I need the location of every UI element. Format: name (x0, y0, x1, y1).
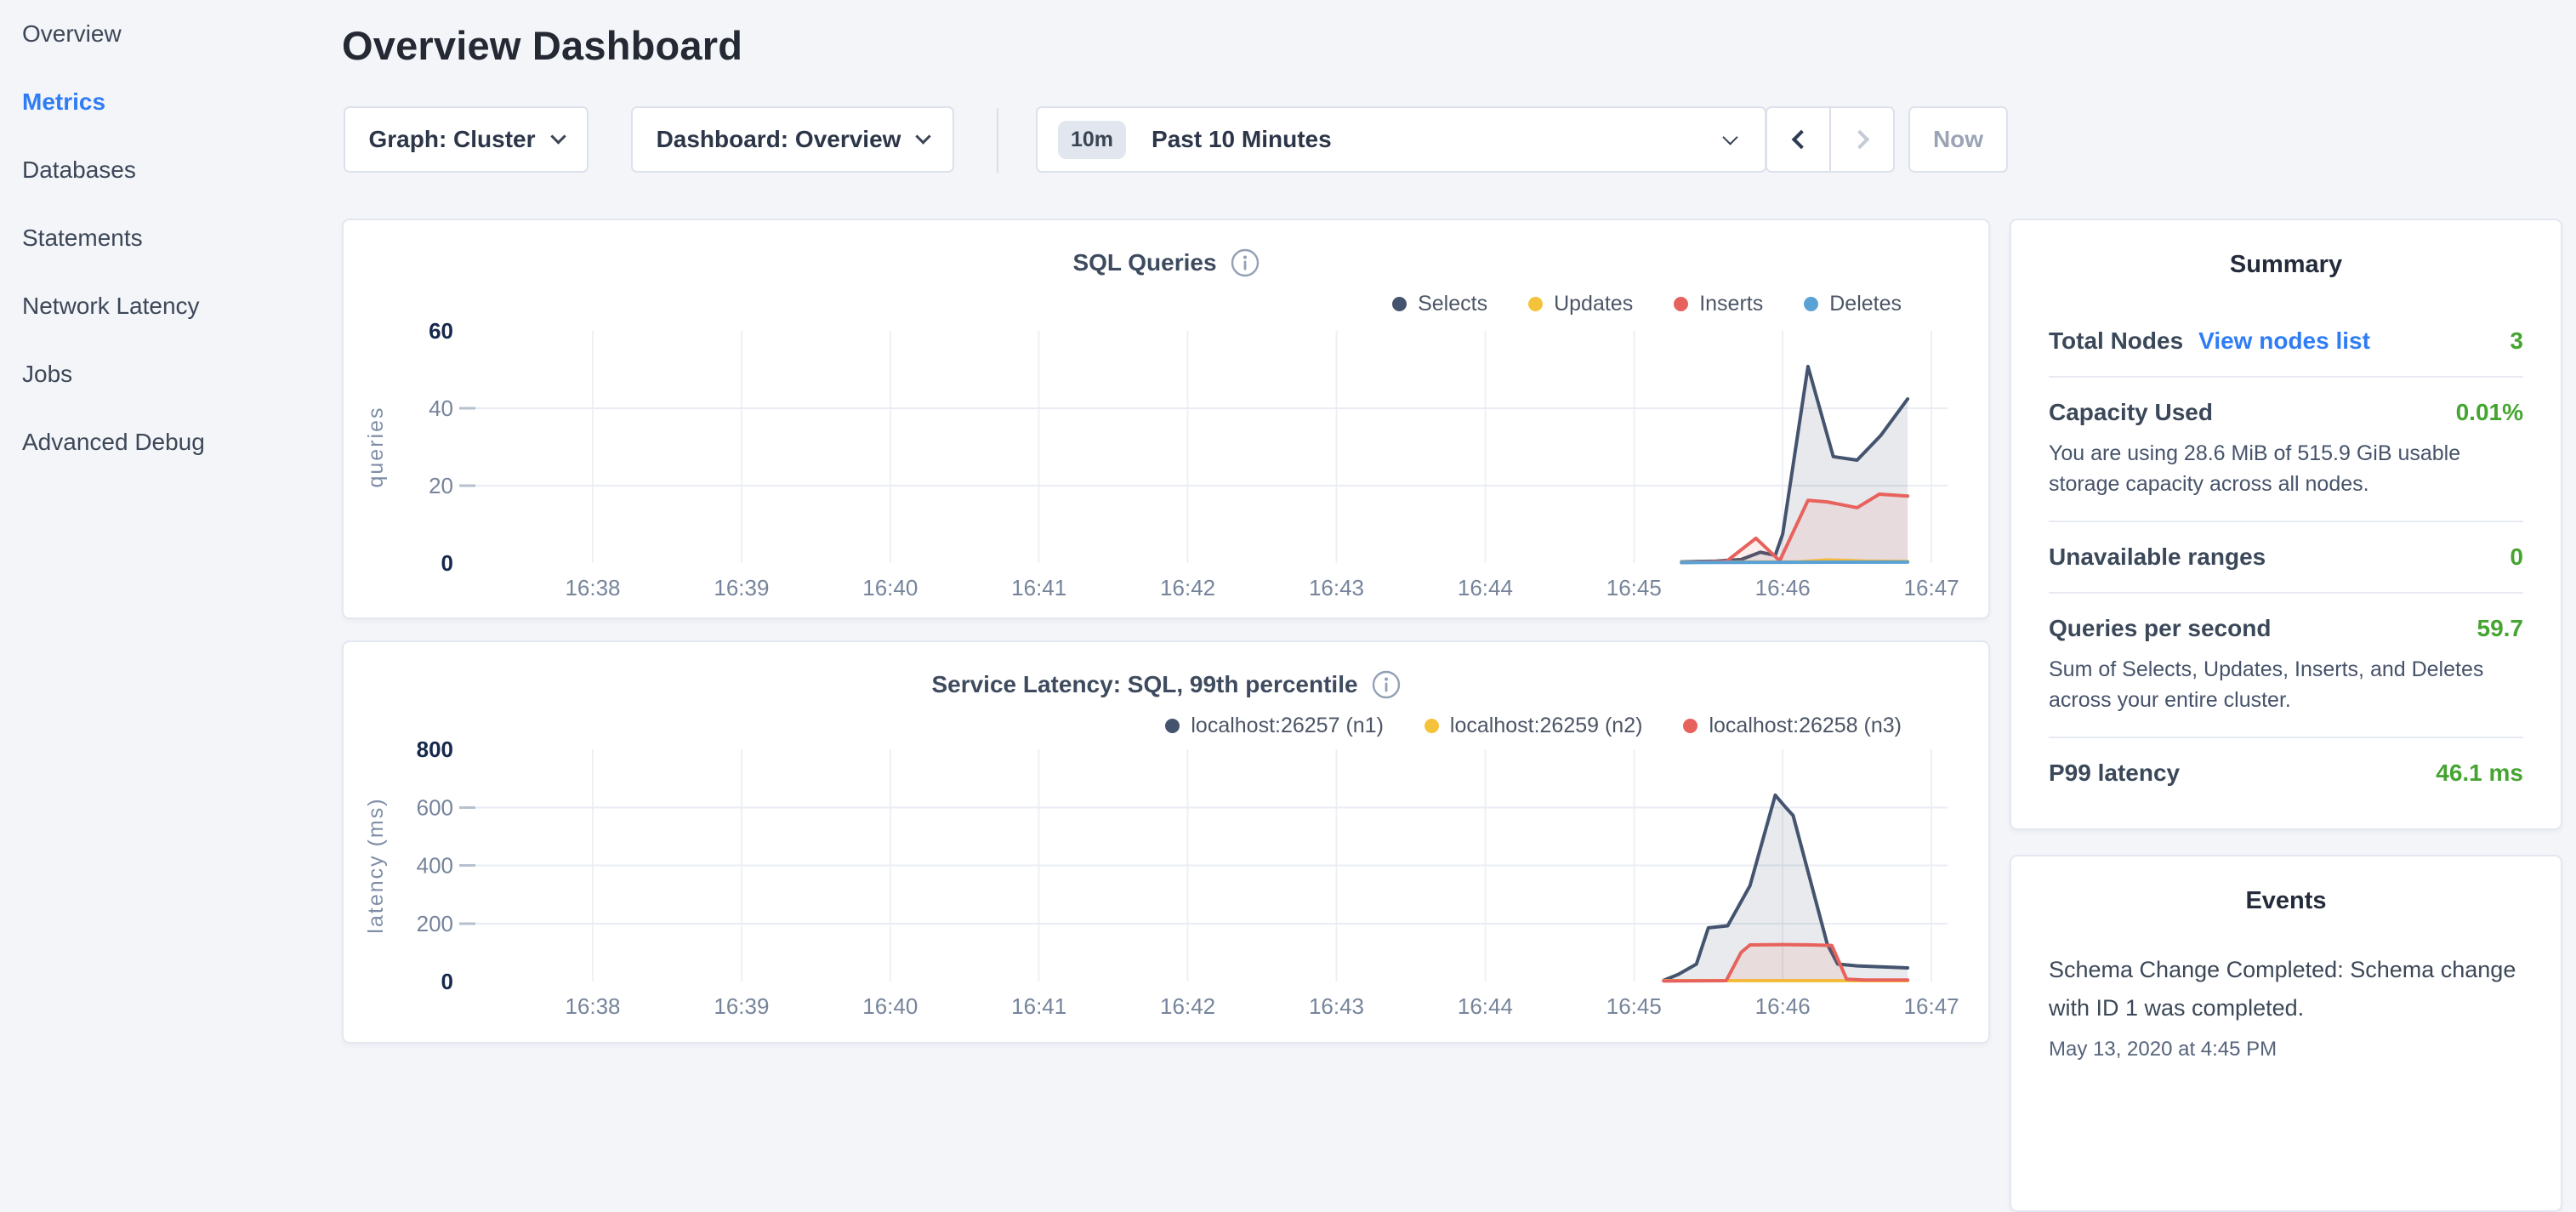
events-title: Events (2049, 887, 2523, 915)
summary-row-label: P99 latency (2049, 760, 2180, 787)
summary-title: Summary (2049, 251, 2523, 279)
sidebar-item-network-latency[interactable]: Network Latency (0, 272, 342, 340)
svg-text:16:39: 16:39 (714, 993, 769, 1019)
svg-text:latency (ms): latency (ms) (364, 797, 388, 933)
svg-text:16:45: 16:45 (1606, 993, 1662, 1019)
summary-row-label: Unavailable ranges (2049, 543, 2266, 571)
summary-row: P99 latency 46.1 ms (2049, 737, 2523, 808)
time-range-label: Past 10 Minutes (1152, 126, 1332, 153)
service-latency-plot[interactable]: 16:38 16:39 16:40 16:41 16:42 16:43 16:44 16:45… (344, 642, 1988, 1042)
svg-text:60: 60 (429, 318, 453, 344)
svg-text:0: 0 (441, 550, 453, 576)
svg-text:16:44: 16:44 (1458, 993, 1513, 1019)
summary-row-value: 0 (2510, 543, 2523, 571)
summary-row-label: Total Nodes (2049, 327, 2183, 355)
event-item[interactable]: Schema Change Completed: Schema change w… (2049, 951, 2523, 1061)
svg-text:16:40: 16:40 (862, 993, 918, 1019)
summary-row-label: Queries per second (2049, 615, 2271, 642)
now-button[interactable]: Now (1908, 106, 2008, 173)
summary-row: Unavailable ranges 0 (2049, 521, 2523, 592)
time-range-selector[interactable]: 10m Past 10 Minutes (1036, 106, 1766, 173)
svg-text:16:40: 16:40 (862, 575, 918, 600)
svg-text:16:45: 16:45 (1606, 575, 1662, 600)
summary-row-value: 0.01% (2456, 399, 2523, 426)
svg-text:16:46: 16:46 (1755, 575, 1811, 600)
events-panel: Events Schema Change Completed: Schema c… (2010, 855, 2562, 1212)
time-range-badge: 10m (1058, 121, 1126, 159)
summary-row: Queries per second 59.7 Sum of Selects, Up… (2049, 592, 2523, 737)
chevron-right-icon (1850, 130, 1869, 150)
sidebar-item-advanced-debug[interactable]: Advanced Debug (0, 408, 342, 476)
svg-text:16:46: 16:46 (1755, 993, 1811, 1019)
sidebar-nav: Overview Metrics Databases Statements Ne… (0, 0, 342, 476)
summary-row-value: 59.7 (2477, 615, 2524, 642)
summary-row: Total Nodes View nodes list 3 (2049, 306, 2523, 376)
svg-text:600: 600 (417, 794, 453, 820)
chevron-down-icon (550, 128, 566, 144)
svg-text:400: 400 (417, 853, 453, 879)
sidebar-item-jobs[interactable]: Jobs (0, 340, 342, 408)
dashboard-dropdown[interactable]: Dashboard: Overview (631, 106, 954, 173)
svg-text:queries: queries (364, 407, 388, 488)
chart-card-sql-queries: SQL Queries SelectsUpdatesInsertsDeletes… (342, 219, 1990, 619)
summary-row: Capacity Used 0.01% You are using 28.6 MiB… (2049, 376, 2523, 521)
svg-text:800: 800 (417, 737, 453, 762)
event-text: Schema Change Completed: Schema change w… (2049, 951, 2523, 1027)
sidebar-item-metrics[interactable]: Metrics (0, 68, 342, 136)
summary-row-description: You are using 28.6 MiB of 515.9 GiB usab… (2049, 438, 2523, 499)
graph-dropdown-label: Graph: Cluster (368, 126, 535, 153)
svg-text:16:47: 16:47 (1904, 575, 1959, 600)
summary-row-value: 46.1 ms (2436, 760, 2523, 787)
summary-rows: Total Nodes View nodes list 3 Capacity Used… (2049, 306, 2523, 808)
chevron-down-icon (916, 128, 931, 144)
now-button-label: Now (1933, 126, 1983, 153)
svg-text:20: 20 (429, 473, 453, 498)
svg-text:16:39: 16:39 (714, 575, 769, 600)
view-nodes-list-link[interactable]: View nodes list (2198, 327, 2370, 355)
sidebar: Overview Metrics Databases Statements Ne… (0, 0, 342, 1051)
svg-text:16:42: 16:42 (1160, 575, 1215, 600)
svg-text:16:41: 16:41 (1011, 575, 1066, 600)
svg-text:40: 40 (429, 395, 453, 421)
header-divider (997, 108, 998, 173)
time-step-back-button[interactable] (1767, 108, 1829, 171)
svg-text:16:44: 16:44 (1458, 575, 1513, 600)
svg-text:200: 200 (417, 911, 453, 936)
summary-row-value: 3 (2510, 327, 2523, 355)
page-title: Overview Dashboard (342, 22, 742, 69)
summary-row-label: Capacity Used (2049, 399, 2213, 426)
svg-text:16:38: 16:38 (565, 575, 620, 600)
svg-text:16:43: 16:43 (1309, 575, 1364, 600)
time-step-forward-button[interactable] (1829, 108, 1893, 171)
chevron-down-icon (1722, 129, 1737, 145)
svg-text:16:41: 16:41 (1011, 993, 1066, 1019)
summary-panel: Summary Total Nodes View nodes list 3 Capac… (2010, 219, 2562, 830)
svg-text:16:43: 16:43 (1309, 993, 1364, 1019)
event-timestamp: May 13, 2020 at 4:45 PM (2049, 1038, 2523, 1061)
svg-text:0: 0 (441, 969, 453, 994)
svg-text:16:42: 16:42 (1160, 993, 1215, 1019)
chevron-left-icon (1791, 130, 1811, 150)
sidebar-item-databases[interactable]: Databases (0, 136, 342, 204)
chart-card-service-latency: Service Latency: SQL, 99th percentile lo… (342, 640, 1990, 1044)
time-step-buttons (1766, 106, 1895, 173)
summary-row-description: Sum of Selects, Updates, Inserts, and De… (2049, 654, 2523, 715)
sidebar-item-statements[interactable]: Statements (0, 204, 342, 272)
dashboard-dropdown-label: Dashboard: Overview (657, 126, 901, 153)
sidebar-item-overview[interactable]: Overview (0, 0, 342, 68)
svg-text:16:47: 16:47 (1904, 993, 1959, 1019)
svg-text:16:38: 16:38 (565, 993, 620, 1019)
graph-dropdown[interactable]: Graph: Cluster (344, 106, 589, 173)
sql-queries-plot[interactable]: 16:38 16:39 16:40 16:41 16:42 16:43 16:44 16:45… (344, 220, 1988, 617)
